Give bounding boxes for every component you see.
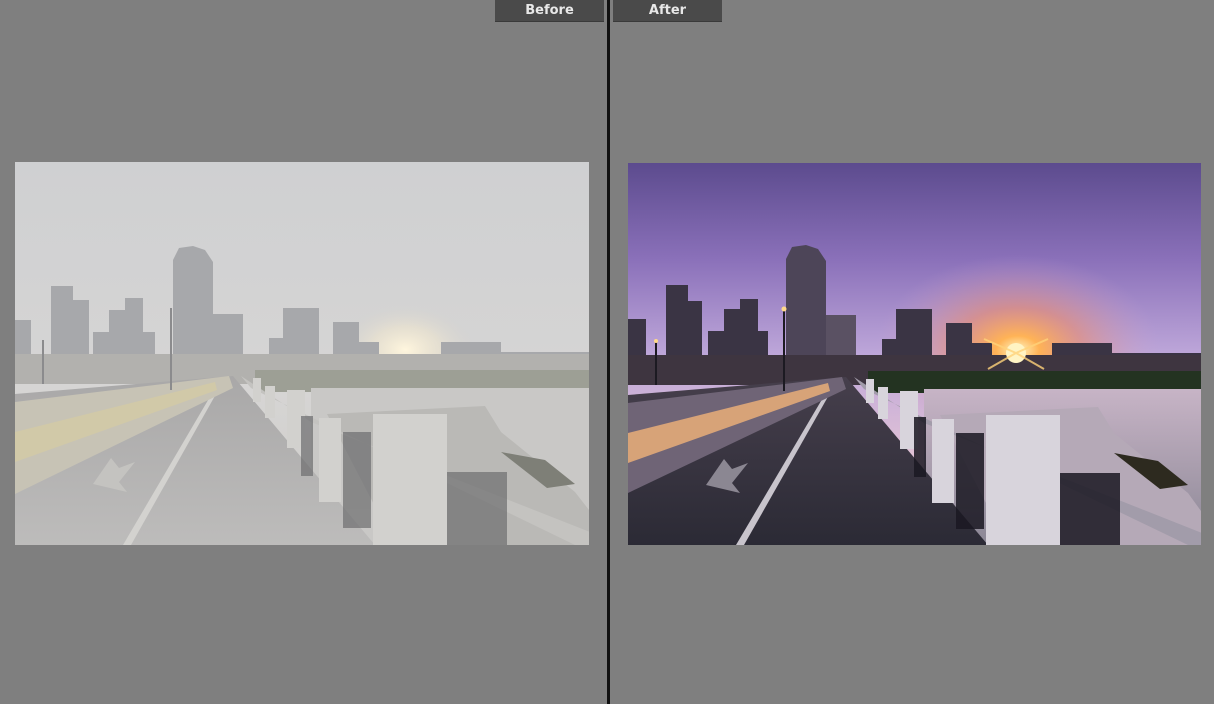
after-pane: After [610, 0, 1214, 704]
after-photo[interactable] [628, 163, 1201, 545]
before-photo[interactable] [15, 162, 589, 545]
before-label: Before [495, 0, 604, 21]
after-label: After [613, 0, 722, 21]
before-pane: Before [0, 0, 607, 704]
